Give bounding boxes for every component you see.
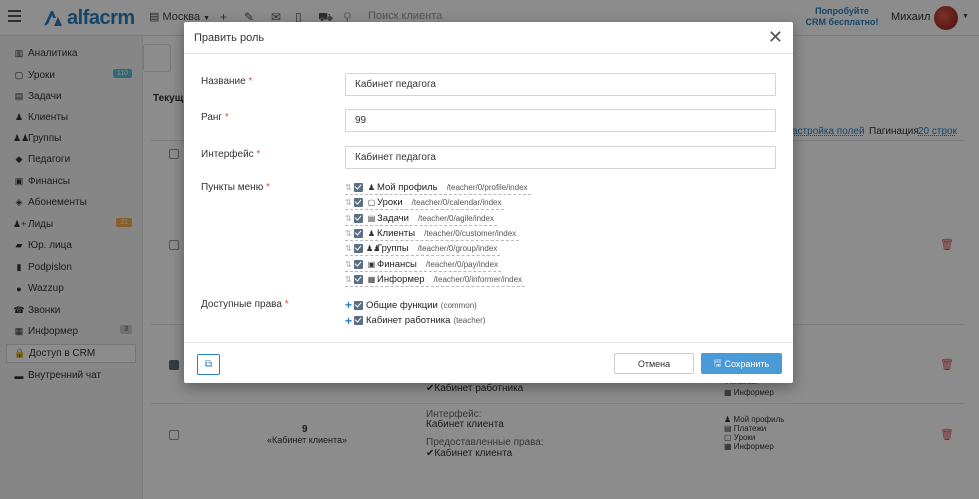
drag-handle-icon[interactable]: ⇅	[345, 214, 354, 223]
required-mark: *	[224, 112, 229, 123]
menu-item-label: Задачи	[377, 212, 409, 224]
menu-item-checkbox[interactable]	[354, 183, 363, 192]
users-icon: ♟♟	[366, 244, 381, 254]
save-icon: 🖫	[713, 357, 722, 368]
drag-handle-icon[interactable]: ⇅	[345, 244, 354, 253]
rank-label-text: Ранг	[201, 112, 223, 123]
menu-item-path: /teacher/0/agile/index	[417, 213, 494, 223]
required-mark: *	[256, 149, 261, 160]
menu-item-label: Клиенты	[377, 227, 416, 239]
drag-handle-icon[interactable]: ⇅	[345, 198, 354, 207]
drag-handle-icon[interactable]: ⇅	[345, 275, 354, 284]
menu-item-row[interactable]: ⇅ ▤ Задачи/teacher/0/agile/index	[345, 212, 497, 226]
drag-handle-icon[interactable]: ⇅	[345, 183, 354, 192]
right-code: (teacher)	[453, 316, 486, 325]
menu-item-label: Финансы	[377, 258, 417, 270]
right-code: (common)	[440, 300, 477, 310]
menu-item-checkbox[interactable]	[354, 274, 363, 284]
dialog-title: Править роль	[194, 32, 265, 44]
save-button[interactable]: 🖫 Сохранить	[701, 353, 782, 374]
close-icon[interactable]: ✕	[768, 27, 783, 47]
drag-handle-icon[interactable]: ⇅	[345, 260, 354, 269]
right-label: Кабинет работника	[366, 315, 451, 326]
expand-plus-icon[interactable]: +	[345, 299, 354, 311]
copy-button[interactable]: ⧉	[197, 354, 220, 375]
menu-item-label: Мой профиль	[377, 182, 438, 193]
cancel-button[interactable]: Отмена	[614, 353, 694, 374]
menu-item-label: Группы	[377, 243, 409, 255]
save-button-label: Сохранить	[724, 358, 770, 369]
right-row[interactable]: + Кабинет работника (teacher)	[345, 314, 485, 328]
copy-icon: ⧉	[204, 359, 213, 370]
user-icon: ♟	[367, 228, 376, 238]
menu-item-checkbox[interactable]	[354, 228, 363, 238]
menu-items-label: Пункты меню *	[201, 182, 270, 193]
menu-item-checkbox[interactable]	[354, 259, 363, 269]
menu-item-path: /teacher/0/profile/index	[446, 183, 528, 192]
rank-label: Ранг *	[201, 112, 229, 123]
tasks-icon: ▤	[367, 213, 376, 223]
interface-field[interactable]: Кабинет педагога	[345, 146, 776, 169]
dialog-footer: ⧉ Отмена 🖫 Сохранить	[184, 342, 793, 383]
required-mark: *	[284, 299, 289, 310]
menu-item-path: /teacher/0/customer/index	[424, 228, 517, 238]
menu-item-row[interactable]: ⇅ ♟♟ Группы/teacher/0/group/index	[345, 242, 501, 257]
menu-item-row[interactable]: ⇅ ▦ Информер/teacher/0/informer/index	[345, 273, 526, 287]
menu-item-path: /teacher/0/calendar/index	[411, 198, 502, 208]
interface-label-text: Интерфейс	[201, 149, 254, 160]
right-checkbox[interactable]	[354, 316, 363, 325]
expand-plus-icon[interactable]: +	[345, 315, 354, 327]
menu-item-row[interactable]: ⇅ ♟ Клиенты/teacher/0/customer/index	[345, 227, 520, 241]
menu-item-row[interactable]: ⇅ ▣ Финансы/teacher/0/pay/index	[345, 258, 501, 272]
rights-label: Доступные права *	[201, 299, 289, 310]
rank-field[interactable]: 99	[345, 109, 776, 132]
menu-item-path: /teacher/0/group/index	[417, 244, 498, 254]
drag-handle-icon[interactable]: ⇅	[345, 229, 354, 238]
menu-item-path: /teacher/0/pay/index	[425, 259, 498, 269]
right-label: Общие функции	[366, 299, 438, 311]
informer-icon: ▦	[367, 274, 376, 284]
right-row[interactable]: + Общие функции (common)	[345, 298, 477, 312]
name-label-text: Название	[201, 76, 246, 87]
user-icon: ♟	[367, 183, 376, 192]
menu-item-label: Информер	[377, 273, 425, 285]
required-mark: *	[248, 76, 253, 87]
required-mark: *	[265, 182, 270, 193]
menu-item-checkbox[interactable]	[354, 198, 363, 208]
name-label: Название *	[201, 76, 252, 87]
menu-item-row[interactable]: ⇅ ▢ Уроки/teacher/0/calendar/index	[345, 196, 505, 211]
menu-item-path: /teacher/0/informer/index	[433, 274, 523, 284]
calendar-icon: ▢	[367, 198, 376, 208]
menu-item-checkbox[interactable]	[354, 213, 363, 223]
menu-items-label-text: Пункты меню	[201, 182, 264, 193]
name-field[interactable]: Кабинет педагога	[345, 73, 776, 96]
rights-label-text: Доступные права	[201, 299, 282, 310]
interface-label: Интерфейс *	[201, 149, 260, 160]
menu-item-checkbox[interactable]	[354, 244, 363, 254]
menu-item-label: Уроки	[377, 197, 403, 209]
edit-role-dialog: Править роль ✕ Название * Кабинет педаго…	[184, 22, 793, 383]
right-checkbox[interactable]	[354, 300, 363, 310]
dialog-header: Править роль ✕	[184, 22, 793, 54]
money-icon: ▣	[367, 259, 376, 269]
menu-item-row[interactable]: ⇅ ♟ Мой профиль/teacher/0/profile/index	[345, 181, 531, 195]
